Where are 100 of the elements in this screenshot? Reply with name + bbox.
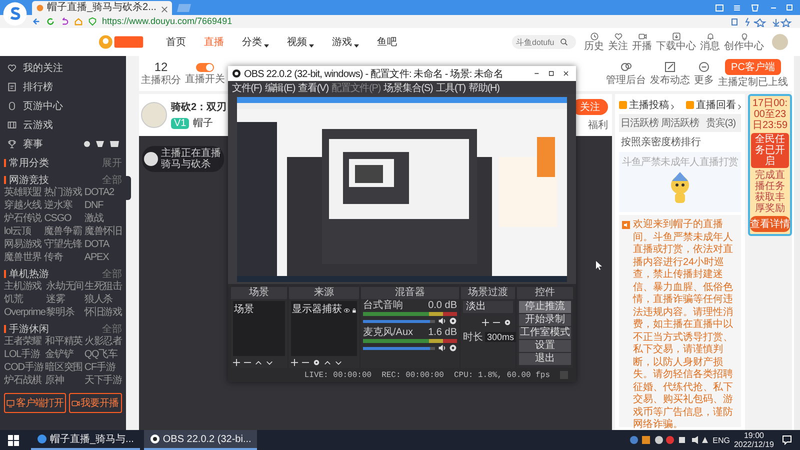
nav-link[interactable]: 直播 — [204, 35, 224, 49]
category-link[interactable]: QQ飞车 — [84, 349, 122, 361]
clock-time[interactable]: 19:00 — [744, 431, 764, 440]
sidebar-item[interactable]: 页游中心 — [23, 98, 63, 112]
category-link[interactable]: 怀旧游戏 — [84, 307, 122, 319]
category-link[interactable]: COD手游 — [4, 362, 44, 374]
clock-date[interactable]: 2022/12/19 — [734, 440, 774, 449]
pc-client-button[interactable]: PC客户端 — [725, 59, 781, 75]
refresh-icon[interactable] — [46, 17, 55, 26]
action-link[interactable]: 下载中心 — [656, 41, 696, 52]
gear-icon[interactable] — [504, 318, 511, 325]
lock-icon[interactable] — [352, 306, 356, 312]
more-link[interactable]: 全部 — [102, 322, 122, 336]
tool-link[interactable]: 更多 — [694, 75, 714, 86]
language-indicator[interactable]: ENG — [712, 436, 730, 444]
category-link[interactable]: 和平精英 — [45, 336, 83, 348]
category-link[interactable]: 暗区突围 — [45, 362, 83, 374]
action-link[interactable]: 开播 — [632, 41, 652, 52]
more-link[interactable]: 展开 — [102, 156, 122, 170]
category-link[interactable]: 热门游戏 — [44, 187, 82, 199]
close-icon[interactable] — [161, 4, 168, 12]
add-icon[interactable] — [482, 318, 489, 325]
category-link[interactable]: 魔兽世界 — [4, 252, 42, 264]
category-link[interactable]: 主机游戏 — [4, 281, 46, 293]
control-button[interactable]: 开始录制 — [519, 314, 571, 326]
gear-icon[interactable] — [449, 317, 457, 325]
gear-icon[interactable] — [313, 358, 320, 365]
menu-item[interactable]: 文件(F) — [232, 80, 262, 94]
browser-tab[interactable]: 帽子直播_骑马与砍杀2... — [32, 1, 172, 15]
category-link[interactable]: 守望先锋 — [44, 239, 82, 251]
sidebar-item[interactable]: 赛事 — [23, 136, 43, 150]
category-link[interactable]: lol云顶 — [4, 226, 42, 238]
tray-icons-icon[interactable] — [628, 435, 709, 445]
more-link[interactable]: 全部 — [102, 173, 122, 187]
logo-icon[interactable] — [98, 33, 146, 51]
add-icon[interactable] — [233, 358, 240, 365]
tool-link[interactable]: 发布动态 — [650, 75, 690, 86]
more-link[interactable]: 全部 — [102, 267, 122, 281]
category-link[interactable]: 王者荣耀 — [4, 336, 44, 348]
taskbar-button[interactable]: OBS 22.0.2 (32-bi... — [144, 430, 258, 450]
category-link[interactable]: 魔兽怀旧 — [84, 226, 122, 238]
category-link[interactable]: DOTA2 — [84, 187, 122, 199]
category-link[interactable]: APEX — [84, 252, 122, 264]
scrollbar[interactable] — [792, 56, 800, 430]
tool-link[interactable]: 管理后台 — [606, 75, 646, 86]
volume-slider[interactable] — [363, 346, 435, 350]
taskbar-button[interactable]: 帽子直播_骑马与... — [31, 430, 140, 450]
stream-link[interactable]: 福利 — [588, 118, 608, 132]
notification-icon[interactable] — [782, 435, 792, 445]
category-link[interactable]: 传奇 — [44, 252, 82, 264]
category-link[interactable]: Overprime — [4, 307, 46, 319]
category-link[interactable]: 黎明杀 — [46, 307, 84, 319]
category-link[interactable]: DOTA — [84, 239, 122, 251]
control-button[interactable]: 退出 — [519, 353, 571, 365]
gear-icon[interactable] — [449, 344, 457, 352]
category-link[interactable]: LOL手游 — [4, 349, 44, 361]
add-icon[interactable] — [291, 358, 298, 365]
action-link[interactable]: 创作中心 — [724, 41, 764, 52]
category-link[interactable]: 穿越火线 — [4, 200, 42, 212]
menu-item[interactable]: 帮助(H) — [468, 80, 500, 94]
category-link[interactable]: 狼人杀 — [84, 294, 122, 306]
search-field[interactable]: 斗鱼dotufu — [512, 35, 576, 49]
duration-field[interactable]: 300ms — [485, 332, 516, 342]
category-link[interactable]: DNF — [84, 200, 122, 212]
back-icon[interactable] — [32, 17, 41, 26]
speaker-icon[interactable] — [438, 317, 446, 325]
category-link[interactable]: 炉石传说 — [4, 213, 42, 225]
category-link[interactable]: 英雄联盟 — [4, 187, 42, 199]
menu-item[interactable]: 工具(T) — [436, 80, 466, 94]
category-link[interactable]: 迷雾 — [46, 294, 84, 306]
category-link[interactable]: 永劫无间 — [46, 281, 84, 293]
transition-dropdown[interactable]: 淡出 — [463, 301, 513, 313]
speaker-icon[interactable] — [438, 344, 446, 352]
action-link[interactable]: 消息 — [700, 41, 720, 52]
category-link[interactable]: 魔兽争霸 — [44, 226, 82, 238]
nav-link[interactable]: 鱼吧 — [377, 35, 397, 49]
collapse-handle[interactable] — [126, 176, 131, 200]
control-button[interactable]: 工作室模式 — [519, 327, 571, 339]
open-client-button[interactable]: 客户端打开 — [4, 393, 66, 413]
menu-item[interactable]: 编辑(E) — [264, 80, 296, 94]
sidebar-item[interactable]: 我的关注 — [23, 60, 63, 74]
sidebar-item[interactable]: 云游戏 — [23, 118, 53, 132]
category-link[interactable]: 逆水寒 — [44, 200, 82, 212]
eye-icon[interactable] — [344, 306, 350, 312]
control-button[interactable]: 停止推流 — [519, 301, 571, 313]
category-link[interactable]: 金铲铲 — [45, 349, 83, 361]
details-button[interactable]: 查看详情 — [750, 216, 790, 232]
category-link[interactable]: 火影忍者 — [84, 336, 122, 348]
category-link[interactable]: 激战 — [84, 213, 122, 225]
category-link[interactable]: 饥荒 — [4, 294, 46, 306]
menu-item[interactable]: 查看(V) — [298, 80, 328, 94]
address-field[interactable]: https://www.douyu.com/7669491 — [102, 16, 232, 27]
search-icon[interactable] — [560, 38, 568, 46]
action-link[interactable]: 历史 — [584, 41, 604, 52]
menu-item[interactable]: 场景集合(S) — [384, 80, 433, 94]
source-item[interactable]: 显示器捕获 — [292, 302, 342, 316]
nav-link[interactable]: 首页 — [166, 35, 186, 49]
category-link[interactable]: CSGO — [44, 213, 82, 225]
start-live-button[interactable]: 我要开播 — [68, 393, 122, 413]
category-link[interactable]: CF手游 — [84, 362, 122, 374]
